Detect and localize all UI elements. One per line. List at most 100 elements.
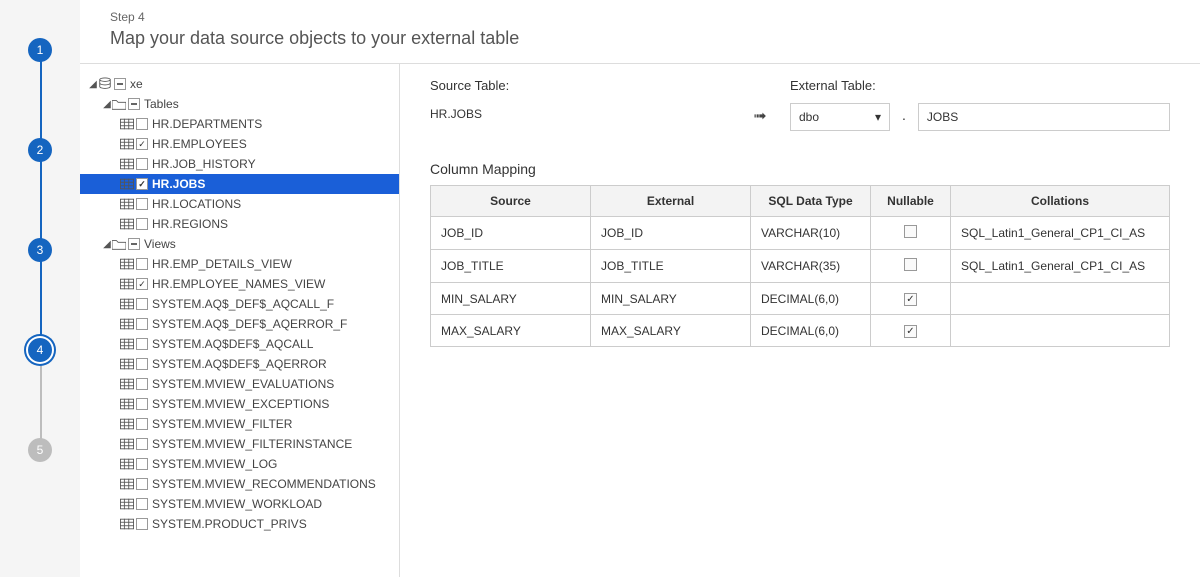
tree-checkbox[interactable] (136, 198, 148, 210)
tree-root-node[interactable]: ◢ xe (80, 74, 399, 94)
tree-item[interactable]: HR.REGIONS (80, 214, 399, 234)
table-row[interactable]: JOB_TITLEJOB_TITLEVARCHAR(35)SQL_Latin1_… (431, 250, 1170, 283)
cell-collation[interactable] (951, 283, 1170, 315)
tree-checkbox[interactable] (136, 318, 148, 330)
tree-item[interactable]: HR.EMPLOYEES (80, 134, 399, 154)
tree-item[interactable]: HR.EMP_DETAILS_VIEW (80, 254, 399, 274)
expand-toggle-icon[interactable]: ◢ (102, 99, 112, 110)
tree-item[interactable]: HR.DEPARTMENTS (80, 114, 399, 134)
source-object-tree[interactable]: ◢ xe ◢TablesHR.DEPARTMENTSHR.EMPLOYEESHR… (80, 64, 400, 577)
tree-node-label: SYSTEM.AQ$_DEF$_AQCALL_F (152, 297, 334, 311)
table-row[interactable]: MAX_SALARYMAX_SALARYDECIMAL(6,0) (431, 315, 1170, 347)
cell-nullable[interactable] (871, 315, 951, 347)
cell-collation[interactable]: SQL_Latin1_General_CP1_CI_AS (951, 217, 1170, 250)
nullable-checkbox[interactable] (904, 225, 917, 238)
tree-item[interactable]: HR.JOBS (80, 174, 399, 194)
table-row[interactable]: JOB_IDJOB_IDVARCHAR(10)SQL_Latin1_Genera… (431, 217, 1170, 250)
tree-item[interactable]: SYSTEM.PRODUCT_PRIVS (80, 514, 399, 534)
tree-item[interactable]: SYSTEM.MVIEW_FILTER (80, 414, 399, 434)
cell-external[interactable]: MAX_SALARY (591, 315, 751, 347)
column-mapping-label: Column Mapping (430, 161, 1170, 177)
step-3[interactable]: 3 (28, 238, 52, 262)
table-icon (120, 137, 134, 151)
nullable-checkbox[interactable] (904, 325, 917, 338)
tree-checkbox[interactable] (136, 438, 148, 450)
tree-checkbox[interactable] (136, 458, 148, 470)
cell-datatype[interactable]: VARCHAR(10) (751, 217, 871, 250)
cell-datatype[interactable]: DECIMAL(6,0) (751, 315, 871, 347)
tree-checkbox[interactable] (136, 218, 148, 230)
tree-item[interactable]: SYSTEM.MVIEW_EXCEPTIONS (80, 394, 399, 414)
table-icon (120, 197, 134, 211)
wizard-header: Step 4 Map your data source objects to y… (80, 0, 1200, 64)
tree-item[interactable]: HR.LOCATIONS (80, 194, 399, 214)
table-row[interactable]: MIN_SALARYMIN_SALARYDECIMAL(6,0) (431, 283, 1170, 315)
tree-checkbox[interactable] (136, 418, 148, 430)
expand-toggle-icon[interactable]: ◢ (88, 79, 98, 90)
tree-item[interactable]: HR.EMPLOYEE_NAMES_VIEW (80, 274, 399, 294)
cell-external[interactable]: JOB_ID (591, 217, 751, 250)
tree-item[interactable]: SYSTEM.AQ$DEF$_AQERROR (80, 354, 399, 374)
step-5[interactable]: 5 (28, 438, 52, 462)
step-title: Map your data source objects to your ext… (110, 28, 1170, 49)
tree-checkbox[interactable] (128, 238, 140, 250)
cell-collation[interactable] (951, 315, 1170, 347)
table-header-row: Source External SQL Data Type Nullable C… (431, 186, 1170, 217)
tree-checkbox[interactable] (136, 518, 148, 530)
cell-datatype[interactable]: DECIMAL(6,0) (751, 283, 871, 315)
tree-item[interactable]: SYSTEM.MVIEW_LOG (80, 454, 399, 474)
tree-item[interactable]: SYSTEM.MVIEW_RECOMMENDATIONS (80, 474, 399, 494)
tree-checkbox[interactable] (136, 118, 148, 130)
tree-item[interactable]: SYSTEM.MVIEW_EVALUATIONS (80, 374, 399, 394)
step-1[interactable]: 1 (28, 38, 52, 62)
cell-external[interactable]: JOB_TITLE (591, 250, 751, 283)
tree-checkbox[interactable] (136, 258, 148, 270)
tree-checkbox[interactable] (136, 158, 148, 170)
nullable-checkbox[interactable] (904, 293, 917, 306)
tree-checkbox[interactable] (128, 98, 140, 110)
cell-source[interactable]: JOB_TITLE (431, 250, 591, 283)
tree-item[interactable]: SYSTEM.AQ$_DEF$_AQCALL_F (80, 294, 399, 314)
tree-checkbox[interactable] (136, 378, 148, 390)
tree-group-node[interactable]: ◢ Tables (80, 94, 399, 114)
step-4[interactable]: 4 (28, 338, 52, 362)
tree-node-label: xe (130, 77, 143, 91)
tree-group-node[interactable]: ◢Views (80, 234, 399, 254)
tree-item[interactable]: SYSTEM.AQ$DEF$_AQCALL (80, 334, 399, 354)
tree-checkbox[interactable] (136, 338, 148, 350)
tree-node-label: SYSTEM.MVIEW_EVALUATIONS (152, 377, 334, 391)
tree-item[interactable]: SYSTEM.MVIEW_WORKLOAD (80, 494, 399, 514)
tree-node-label: SYSTEM.AQ$DEF$_AQERROR (152, 357, 327, 371)
tree-item[interactable]: HR.JOB_HISTORY (80, 154, 399, 174)
cell-datatype[interactable]: VARCHAR(35) (751, 250, 871, 283)
tree-checkbox[interactable] (114, 78, 126, 90)
tree-checkbox[interactable] (136, 298, 148, 310)
tree-item[interactable]: SYSTEM.AQ$_DEF$_AQERROR_F (80, 314, 399, 334)
tree-checkbox[interactable] (136, 178, 148, 190)
tree-checkbox[interactable] (136, 398, 148, 410)
tree-checkbox[interactable] (136, 138, 148, 150)
cell-source[interactable]: MIN_SALARY (431, 283, 591, 315)
cell-nullable[interactable] (871, 250, 951, 283)
tree-checkbox[interactable] (136, 278, 148, 290)
tree-checkbox[interactable] (136, 498, 148, 510)
cell-nullable[interactable] (871, 217, 951, 250)
expand-toggle-icon[interactable]: ◢ (102, 239, 112, 250)
cell-external[interactable]: MIN_SALARY (591, 283, 751, 315)
external-table-label: External Table: (790, 78, 1170, 93)
tree-node-label: SYSTEM.AQ$DEF$_AQCALL (152, 337, 313, 351)
cell-source[interactable]: JOB_ID (431, 217, 591, 250)
cell-collation[interactable]: SQL_Latin1_General_CP1_CI_AS (951, 250, 1170, 283)
cell-nullable[interactable] (871, 283, 951, 315)
step-2[interactable]: 2 (28, 138, 52, 162)
tree-item[interactable]: SYSTEM.MVIEW_FILTERINSTANCE (80, 434, 399, 454)
schema-select[interactable]: dbo ▾ (790, 103, 890, 131)
nullable-checkbox[interactable] (904, 258, 917, 271)
tree-checkbox[interactable] (136, 478, 148, 490)
tree-node-label: HR.JOBS (152, 177, 205, 191)
tree-checkbox[interactable] (136, 358, 148, 370)
tree-node-label: Tables (144, 97, 179, 111)
external-table-input[interactable]: JOBS (918, 103, 1170, 131)
table-icon (120, 517, 134, 531)
cell-source[interactable]: MAX_SALARY (431, 315, 591, 347)
